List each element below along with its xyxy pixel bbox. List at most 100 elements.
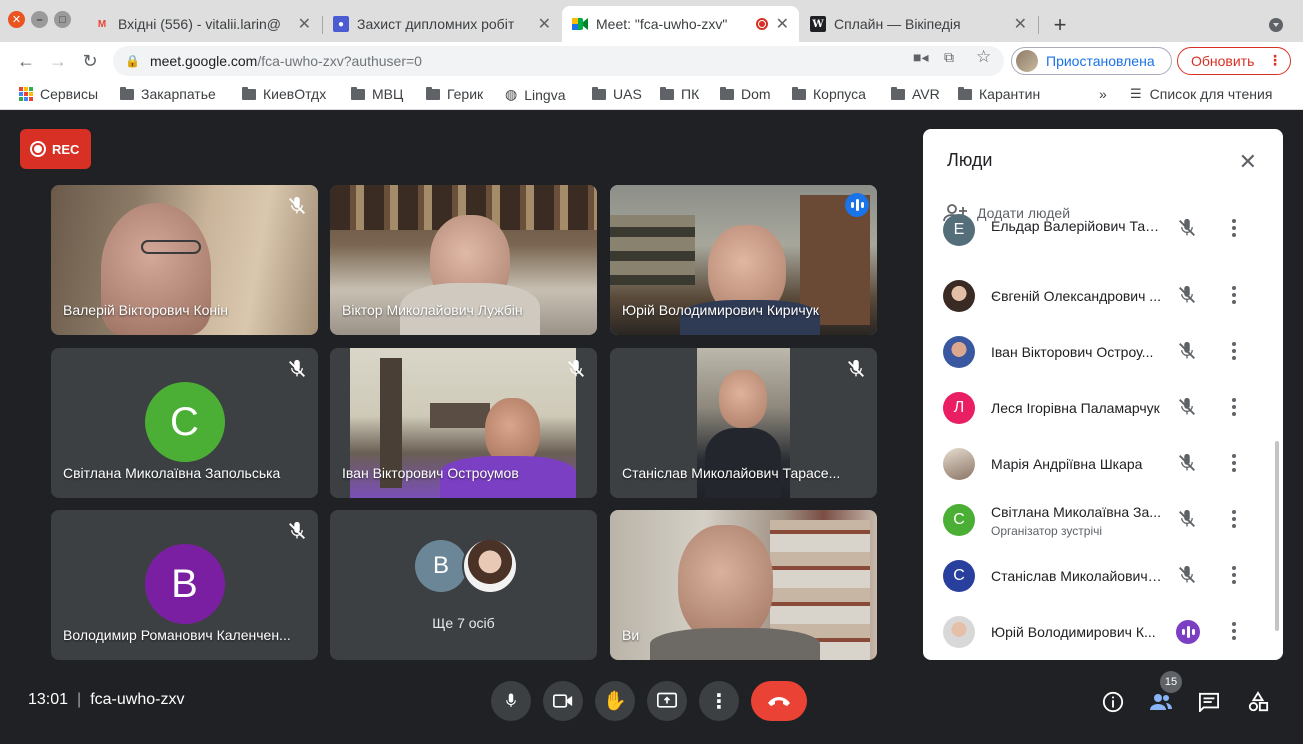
people-list-item[interactable]: Е Ельдар Валерійович Тар... [923, 213, 1283, 269]
more-options-icon[interactable] [1230, 564, 1238, 586]
tab-close-icon[interactable]: ✕ [776, 14, 789, 34]
participant-tile[interactable]: Віктор Миколайович Лужбін [330, 185, 597, 335]
reload-icon[interactable]: ↻ [77, 48, 103, 74]
window-minimize-icon[interactable]: – [31, 11, 48, 28]
bookmark-label: Корпуса [813, 86, 866, 102]
bookmark-folder[interactable]: Закарпатье [120, 86, 216, 102]
profile-paused-button[interactable]: Приостановлена [1011, 47, 1172, 75]
people-list-item[interactable]: Марія Андріївна Шкара [923, 435, 1283, 491]
more-options-icon[interactable] [1230, 284, 1238, 306]
bookmark-folder[interactable]: Герик [426, 86, 483, 102]
meeting-details[interactable]: 13:01 | fca-uwho-zxv [28, 691, 184, 709]
bookmark-folder[interactable]: Dom [720, 86, 771, 102]
meet-stage: REC Валерій Вікторович Конін Віктор Мико… [0, 111, 1303, 744]
mic-off-icon [1176, 340, 1198, 362]
reading-list-label: Список для чтения [1149, 86, 1273, 102]
recording-badge[interactable]: REC [20, 129, 91, 169]
bookmark-folder[interactable]: ПК [660, 86, 699, 102]
people-scrollbar[interactable] [1275, 441, 1279, 631]
update-button[interactable]: Обновить ⋮ [1177, 47, 1291, 75]
participant-tile[interactable]: В Володимир Романович Каленчен... [51, 510, 318, 660]
bookmarks-overflow-button[interactable]: » [1099, 86, 1107, 102]
people-list-item[interactable]: Л Леся Ігорівна Паламарчук [923, 379, 1283, 435]
participant-name: Ельдар Валерійович Тар... [991, 218, 1163, 234]
microphone-button[interactable] [491, 681, 531, 721]
bookmark-folder[interactable]: Корпуса [792, 86, 866, 102]
more-participants-tile[interactable]: В Ще 7 осіб [330, 510, 597, 660]
tab-wikipedia[interactable]: W Сплайн — Вікіпедія ✕ [800, 6, 1037, 42]
bookmarks-bar: Сервисы Закарпатье КиевОтдх МВЦ Герик ◍ L… [0, 80, 1303, 110]
microphone-icon [506, 693, 516, 707]
globe-icon: ◍ [505, 86, 518, 102]
bookmark-folder[interactable]: Карантин [958, 86, 1040, 102]
rec-label: REC [52, 141, 80, 157]
participant-tile-speaking[interactable]: Юрій Володимирович Киричук [610, 185, 877, 335]
translate-icon[interactable]: ⧉ [944, 49, 954, 66]
mic-off-icon [565, 358, 587, 380]
tab-meet[interactable]: Meet: "fca-uwho-zxv" ✕ [562, 6, 799, 42]
participant-tile[interactable]: Валерій Вікторович Конін [51, 185, 318, 335]
tab-gmail[interactable]: M Вхідні (556) - vitalii.larin@ ✕ [84, 6, 321, 42]
meet-icon [572, 16, 588, 32]
raise-hand-button[interactable]: ✋ [595, 681, 635, 721]
chat-icon[interactable] [1196, 689, 1222, 715]
meeting-controls-bar: 13:01 | fca-uwho-zxv ✋ ⋮ 15 [0, 667, 1303, 744]
more-options-icon[interactable] [1230, 396, 1238, 418]
people-list-item[interactable]: Юрій Володимирович К... [923, 603, 1283, 659]
meeting-info-icon[interactable] [1100, 689, 1126, 715]
people-list-item[interactable]: С Станіслав Миколайович ... [923, 547, 1283, 603]
more-options-icon[interactable] [1230, 620, 1238, 642]
bookmark-label: МВЦ [372, 86, 404, 102]
bookmark-folder[interactable]: UAS [592, 86, 642, 102]
folder-icon [242, 86, 256, 100]
camera-permission-icon[interactable]: ■◂ [913, 49, 928, 66]
more-options-icon[interactable] [1230, 452, 1238, 474]
bookmark-star-icon[interactable]: ☆ [976, 47, 991, 67]
activities-icon[interactable] [1245, 689, 1271, 715]
bookmark-label: Dom [741, 86, 771, 102]
more-options-icon[interactable] [1230, 340, 1238, 362]
hang-up-icon [768, 697, 790, 706]
people-list-item[interactable]: Євгеній Олександрович ... [923, 267, 1283, 323]
folder-icon [426, 86, 440, 100]
participant-tile[interactable]: С Світлана Миколаївна Запольська [51, 348, 318, 498]
bookmark-link[interactable]: ◍ Lingva [505, 86, 565, 103]
tab-close-icon[interactable]: ✕ [1014, 14, 1027, 34]
reading-list-button[interactable]: ☰ Список для чтения [1130, 86, 1272, 102]
mic-off-icon [1176, 564, 1198, 586]
forward-arrow-icon[interactable]: → [45, 48, 71, 74]
people-list-item[interactable]: Іван Вікторович Остроу... [923, 323, 1283, 379]
new-tab-plus-icon[interactable]: + [1047, 12, 1073, 38]
folder-icon [592, 86, 606, 100]
bookmark-folder[interactable]: МВЦ [351, 86, 403, 102]
leave-call-button[interactable] [751, 681, 807, 721]
bookmark-folder[interactable]: КиевОтдх [242, 86, 326, 102]
tab-close-icon[interactable]: ✕ [298, 14, 311, 34]
meeting-code: fca-uwho-zxv [90, 691, 185, 708]
camera-button[interactable] [543, 681, 583, 721]
url-host: meet.google.com [149, 53, 258, 69]
participant-tile[interactable]: Іван Вікторович Остроумов [330, 348, 597, 498]
people-list-item[interactable]: С Світлана Миколаївна За... Організатор … [923, 491, 1283, 547]
participant-name: Станіслав Миколайович ... [991, 568, 1163, 584]
window-close-icon[interactable]: ✕ [8, 11, 25, 28]
bookmark-apps[interactable]: Сервисы [19, 86, 98, 102]
window-maximize-icon[interactable]: □ [54, 11, 71, 28]
more-options-icon[interactable] [1230, 508, 1238, 530]
more-options-icon[interactable] [1230, 217, 1238, 239]
tab-classroom[interactable]: ● Захист дипломних робіт ✕ [323, 6, 561, 42]
hand-icon: ✋ [603, 691, 627, 712]
bookmark-folder[interactable]: AVR [891, 86, 940, 102]
back-arrow-icon[interactable]: ← [13, 48, 39, 74]
speaking-indicator-icon [845, 193, 869, 217]
address-bar[interactable]: 🔒 meet.google.com/fca-uwho-zxv?authuser=… [113, 46, 1004, 76]
tab-close-icon[interactable]: ✕ [538, 14, 551, 34]
people-panel-title: Люди [947, 150, 993, 170]
more-options-button[interactable]: ⋮ [699, 681, 739, 721]
close-icon[interactable]: ✕ [1239, 149, 1257, 175]
participant-tile[interactable]: Станіслав Миколайович Тарасе... [610, 348, 877, 498]
present-screen-button[interactable] [647, 681, 687, 721]
tab-search-icon[interactable] [1264, 13, 1288, 37]
self-tile[interactable]: Ви [610, 510, 877, 660]
bookmark-label: Герик [447, 86, 484, 102]
